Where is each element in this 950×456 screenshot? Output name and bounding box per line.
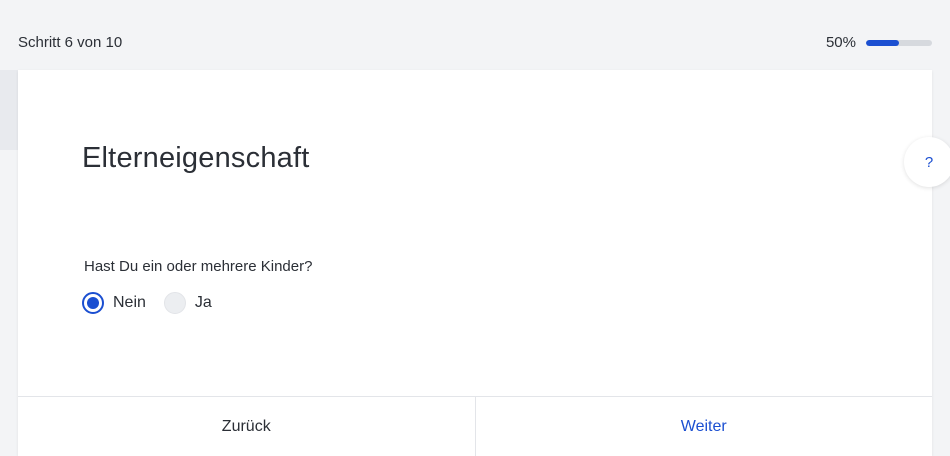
radio-option-ja[interactable]: Ja <box>163 292 212 314</box>
help-button[interactable]: ? <box>904 137 950 187</box>
left-band <box>0 70 18 150</box>
radio-nein[interactable] <box>82 292 104 314</box>
back-button[interactable]: Zurück <box>18 397 476 456</box>
next-button[interactable]: Weiter <box>476 397 933 456</box>
children-radio-group: Nein Ja <box>82 292 212 314</box>
radio-label-ja: Ja <box>194 294 212 311</box>
question-label: Hast Du ein oder mehrere Kinder? <box>84 258 313 275</box>
progress-bar <box>866 39 932 46</box>
page: Schritt 6 von 10 50% Elterneigenschaft H… <box>0 0 950 456</box>
radio-ja[interactable] <box>163 292 186 314</box>
form-card: Elterneigenschaft Hast Du ein oder mehre… <box>18 70 932 456</box>
page-title: Elterneigenschaft <box>82 142 310 174</box>
radio-option-nein[interactable]: Nein <box>82 292 146 314</box>
top-bar: Schritt 6 von 10 50% <box>0 0 950 70</box>
progress-indicator: 50% <box>826 34 932 51</box>
card-footer: Zurück Weiter <box>18 396 932 456</box>
progress-percent: 50% <box>825 34 856 51</box>
radio-label-nein: Nein <box>113 294 146 311</box>
help-icon: ? <box>924 153 934 171</box>
progress-bar-fill <box>866 39 899 46</box>
step-indicator: Schritt 6 von 10 <box>18 34 123 51</box>
